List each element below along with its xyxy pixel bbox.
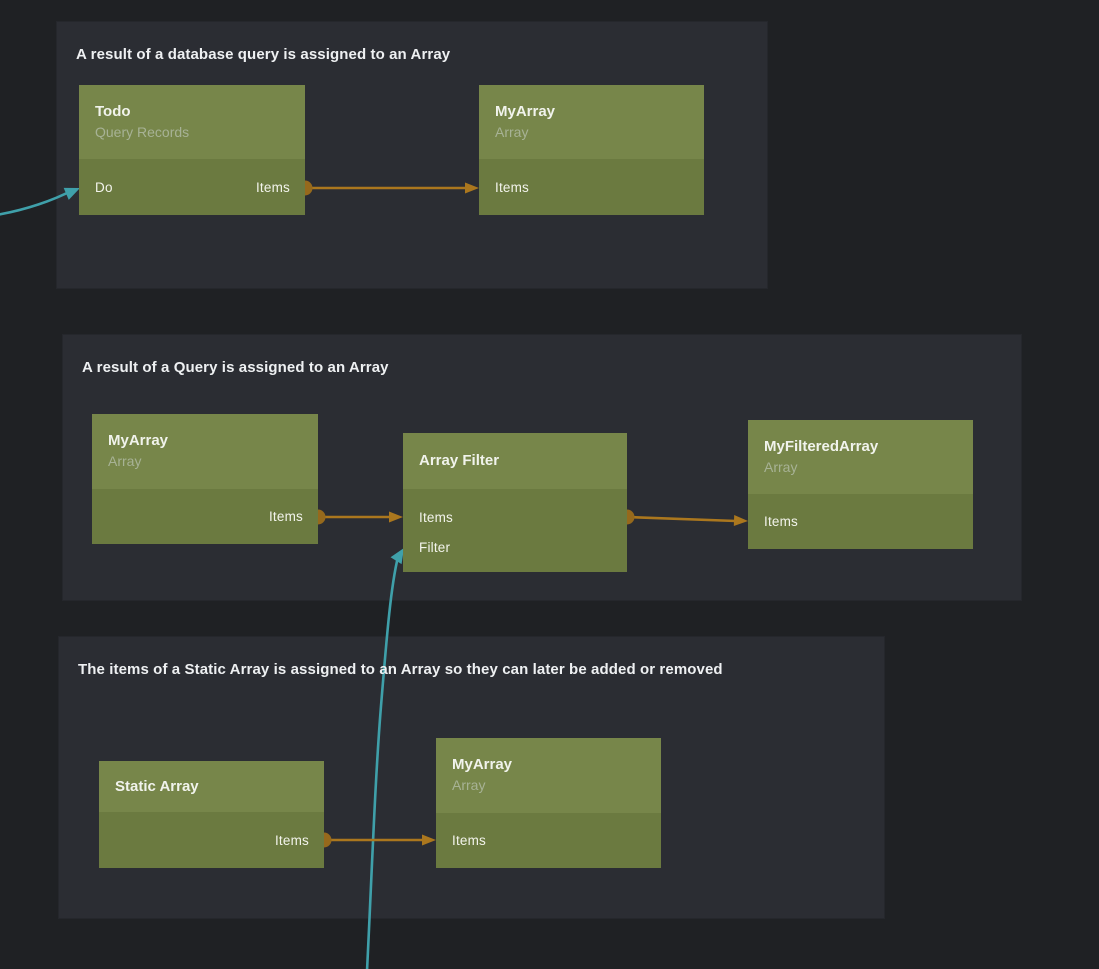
node-title: Array Filter [419, 451, 611, 471]
node-subtitle: Query Records [95, 122, 289, 143]
node-title: Todo [95, 102, 289, 122]
input-port-do[interactable]: Do [95, 180, 113, 195]
input-port-items[interactable]: Items [495, 180, 529, 195]
node-ports: Items [436, 813, 661, 868]
node-title: MyArray [108, 431, 302, 451]
node-myarray-target[interactable]: MyArray Array Items [436, 738, 661, 868]
node-static-array[interactable]: Static Array Items [99, 761, 324, 868]
node-myarray-source[interactable]: MyArray Array Items [92, 414, 318, 544]
node-subtitle: Array [452, 775, 645, 796]
node-header: MyArray Array [92, 414, 318, 489]
node-ports: Do Items [79, 159, 305, 215]
node-header: Todo Query Records [79, 85, 305, 159]
input-port-items[interactable]: Items [452, 833, 486, 848]
panel-title: The items of a Static Array is assigned … [59, 637, 884, 678]
node-myfilteredarray[interactable]: MyFilteredArray Array Items [748, 420, 973, 549]
panel-title: A result of a Query is assigned to an Ar… [63, 335, 1021, 376]
node-todo-query-records[interactable]: Todo Query Records Do Items [79, 85, 305, 215]
node-title: MyFilteredArray [764, 437, 957, 457]
panel-title: A result of a database query is assigned… [57, 22, 767, 63]
node-ports: Items [92, 489, 318, 544]
node-header: MyFilteredArray Array [748, 420, 973, 494]
node-title: Static Array [115, 777, 308, 797]
node-title: MyArray [452, 755, 645, 775]
node-array-filter[interactable]: Array Filter Items Filter [403, 433, 627, 572]
node-header: Static Array [99, 761, 324, 812]
node-graph-canvas[interactable]: A result of a database query is assigned… [0, 0, 1099, 969]
node-header: MyArray Array [436, 738, 661, 813]
node-subtitle: Array [764, 457, 957, 478]
input-port-items[interactable]: Items [419, 510, 453, 525]
node-title: MyArray [495, 102, 688, 122]
output-port-items[interactable]: Items [256, 180, 290, 195]
node-ports: Items [748, 494, 973, 549]
output-port-items[interactable]: Items [275, 833, 309, 848]
node-subtitle: Array [108, 451, 302, 472]
node-myarray-top[interactable]: MyArray Array Items [479, 85, 704, 215]
node-ports: Items [479, 159, 704, 215]
input-port-items[interactable]: Items [764, 514, 798, 529]
node-header: MyArray Array [479, 85, 704, 159]
output-port-items[interactable]: Items [269, 509, 303, 524]
input-port-filter[interactable]: Filter [419, 540, 450, 555]
node-ports: Items Filter [403, 489, 627, 572]
node-subtitle: Array [495, 122, 688, 143]
node-header: Array Filter [403, 433, 627, 489]
node-ports: Items [99, 812, 324, 868]
